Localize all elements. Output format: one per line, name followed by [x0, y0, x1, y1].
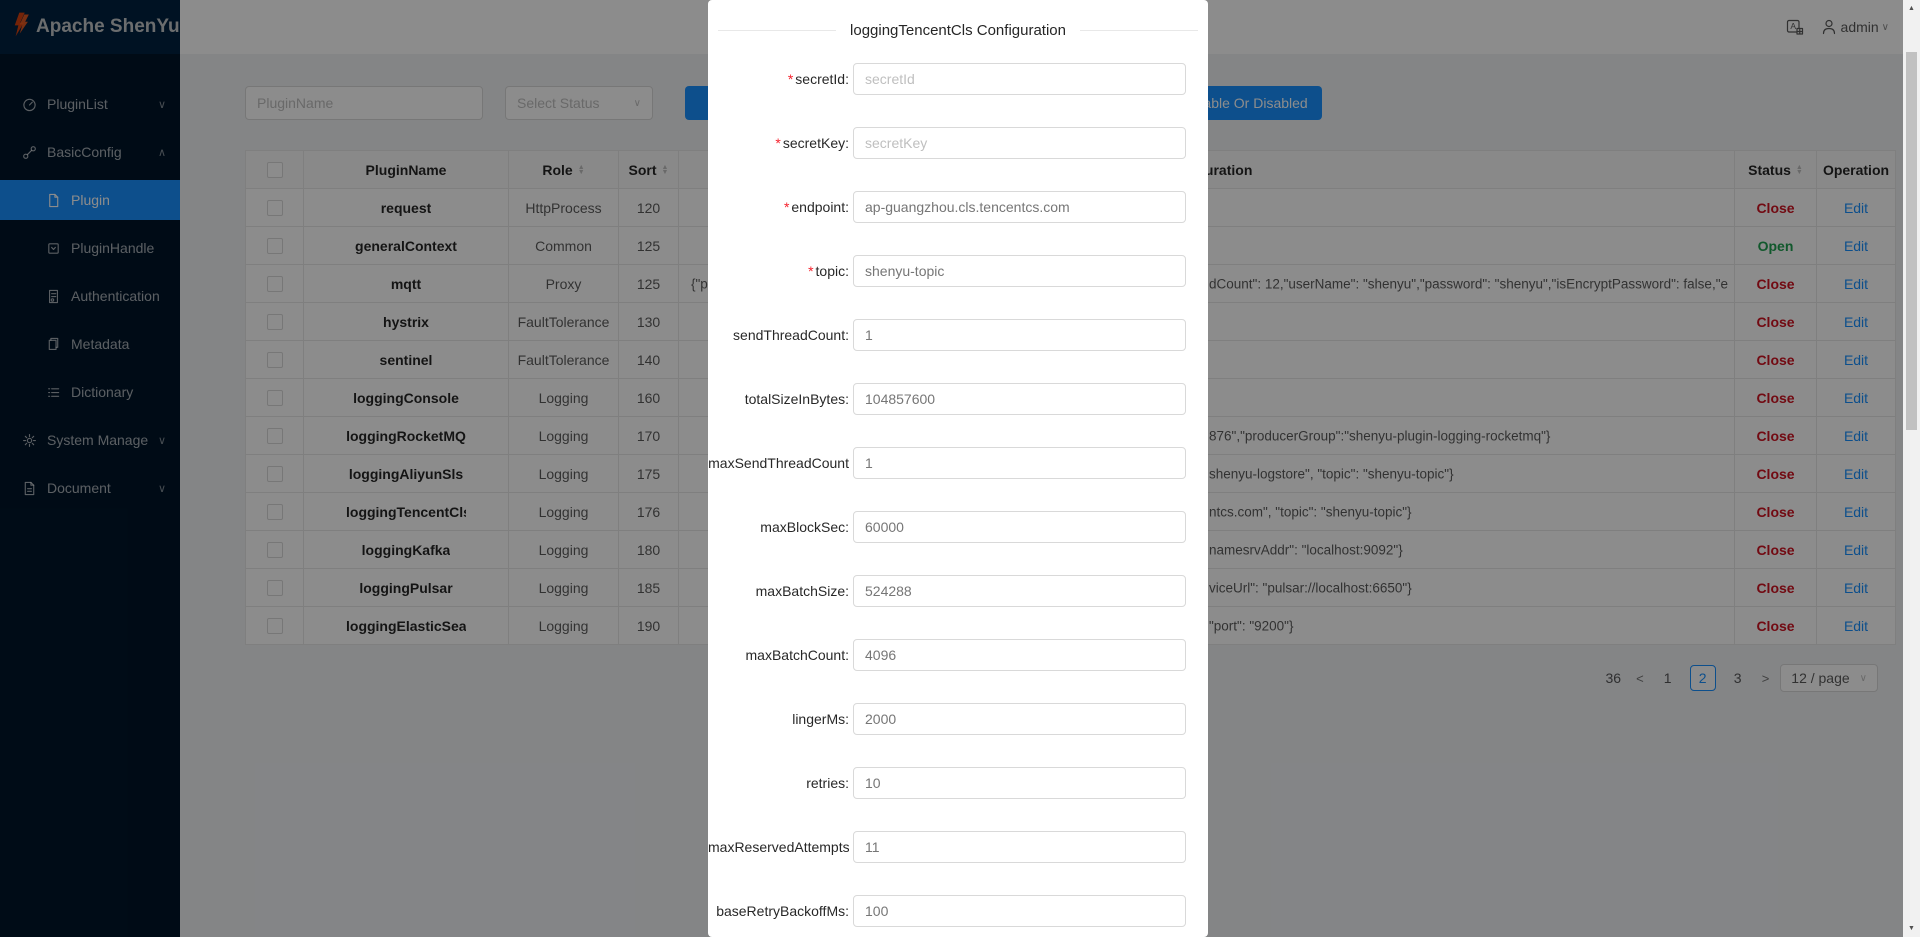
form-row: *sendThreadCount:	[708, 319, 1208, 351]
form-row: *topic:	[708, 255, 1208, 287]
field-input[interactable]	[853, 767, 1186, 799]
field-label: *sendThreadCount:	[708, 327, 849, 343]
app: Apache ShenYu PluginList ∨ BasicConfig	[0, 0, 1920, 937]
field-label: *totalSizeInBytes:	[708, 391, 849, 407]
form-row: *lingerMs:	[708, 703, 1208, 735]
required-asterisk: *	[775, 135, 780, 151]
field-label: *maxBatchCount:	[708, 647, 849, 663]
field-input[interactable]	[853, 255, 1186, 287]
field-input[interactable]	[853, 895, 1186, 927]
required-asterisk: *	[808, 263, 813, 279]
field-label: *maxReservedAttempts	[708, 839, 849, 855]
field-input[interactable]	[853, 639, 1186, 671]
field-input[interactable]	[853, 575, 1186, 607]
modal-title-divider: loggingTencentCls Configuration	[708, 0, 1208, 39]
form-row: *maxSendThreadCount	[708, 447, 1208, 479]
form-row: *maxBatchCount:	[708, 639, 1208, 671]
scroll-up-icon[interactable]: ▲	[1903, 5, 1920, 12]
divider-line	[718, 30, 836, 31]
field-label: *maxSendThreadCount	[708, 455, 849, 471]
form-row: *retries:	[708, 767, 1208, 799]
modal-title: loggingTencentCls Configuration	[850, 22, 1066, 39]
form-row: *maxBatchSize:	[708, 575, 1208, 607]
required-asterisk: *	[788, 71, 793, 87]
field-label: *maxBlockSec:	[708, 519, 849, 535]
form-row: *secretKey:	[708, 127, 1208, 159]
field-input[interactable]	[853, 191, 1186, 223]
field-input[interactable]	[853, 447, 1186, 479]
field-input[interactable]	[853, 703, 1186, 735]
form-row: *totalSizeInBytes:	[708, 383, 1208, 415]
plugin-config-modal: loggingTencentCls Configuration *secretI…	[708, 0, 1208, 937]
form-row: *maxBlockSec:	[708, 511, 1208, 543]
field-input[interactable]	[853, 511, 1186, 543]
form-row: *maxReservedAttempts	[708, 831, 1208, 863]
field-label: *secretId:	[708, 71, 849, 87]
config-form: *secretId: *secretKey: *endpoint: *topic…	[708, 63, 1208, 927]
field-input[interactable]	[853, 63, 1186, 95]
form-row: *endpoint:	[708, 191, 1208, 223]
field-input[interactable]	[853, 127, 1186, 159]
field-label: *lingerMs:	[708, 711, 849, 727]
form-row: *baseRetryBackoffMs:	[708, 895, 1208, 927]
field-label: *baseRetryBackoffMs:	[708, 903, 849, 919]
scroll-down-icon[interactable]: ▼	[1903, 925, 1920, 932]
field-label: *secretKey:	[708, 135, 849, 151]
field-input[interactable]	[853, 319, 1186, 351]
form-row: *secretId:	[708, 63, 1208, 95]
field-label: *endpoint:	[708, 199, 849, 215]
field-label: *retries:	[708, 775, 849, 791]
field-label: *maxBatchSize:	[708, 583, 849, 599]
field-input[interactable]	[853, 831, 1186, 863]
scrollbar-thumb[interactable]	[1906, 52, 1917, 430]
divider-line	[1080, 30, 1198, 31]
field-input[interactable]	[853, 383, 1186, 415]
field-label: *topic:	[708, 263, 849, 279]
required-asterisk: *	[784, 199, 789, 215]
page-scrollbar[interactable]: ▲ ▼	[1903, 0, 1920, 937]
